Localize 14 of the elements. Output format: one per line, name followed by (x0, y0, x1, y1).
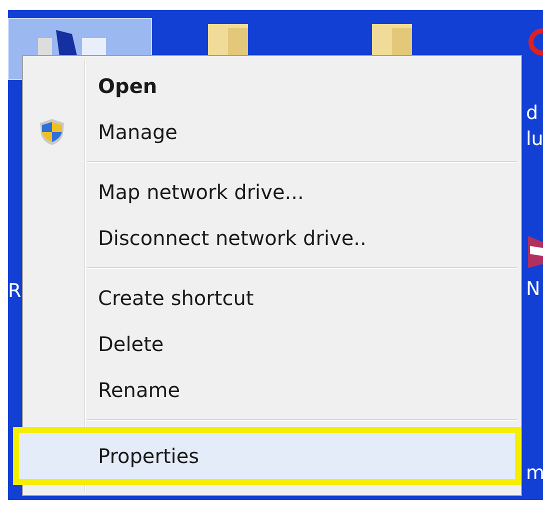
menu-item[interactable]: Delete (23, 321, 521, 367)
desktop-icon-label: N (526, 278, 540, 300)
menu-item[interactable]: Manage (23, 109, 521, 155)
menu-item[interactable]: Create shortcut (23, 275, 521, 321)
menu-item[interactable]: Rename (23, 367, 521, 413)
desktop-icon-label: d (526, 102, 538, 124)
menu-item[interactable]: Properties (13, 427, 521, 485)
menu-item[interactable]: Open (23, 63, 521, 109)
desktop-icon-label: m (526, 462, 543, 484)
shield-icon (39, 118, 65, 146)
menu-item[interactable]: Map network drive... (23, 169, 521, 215)
desktop-icon-label: lu (526, 128, 543, 150)
desktop-icon-label: R (8, 280, 22, 302)
menu-item[interactable]: Disconnect network drive.. (23, 215, 521, 261)
